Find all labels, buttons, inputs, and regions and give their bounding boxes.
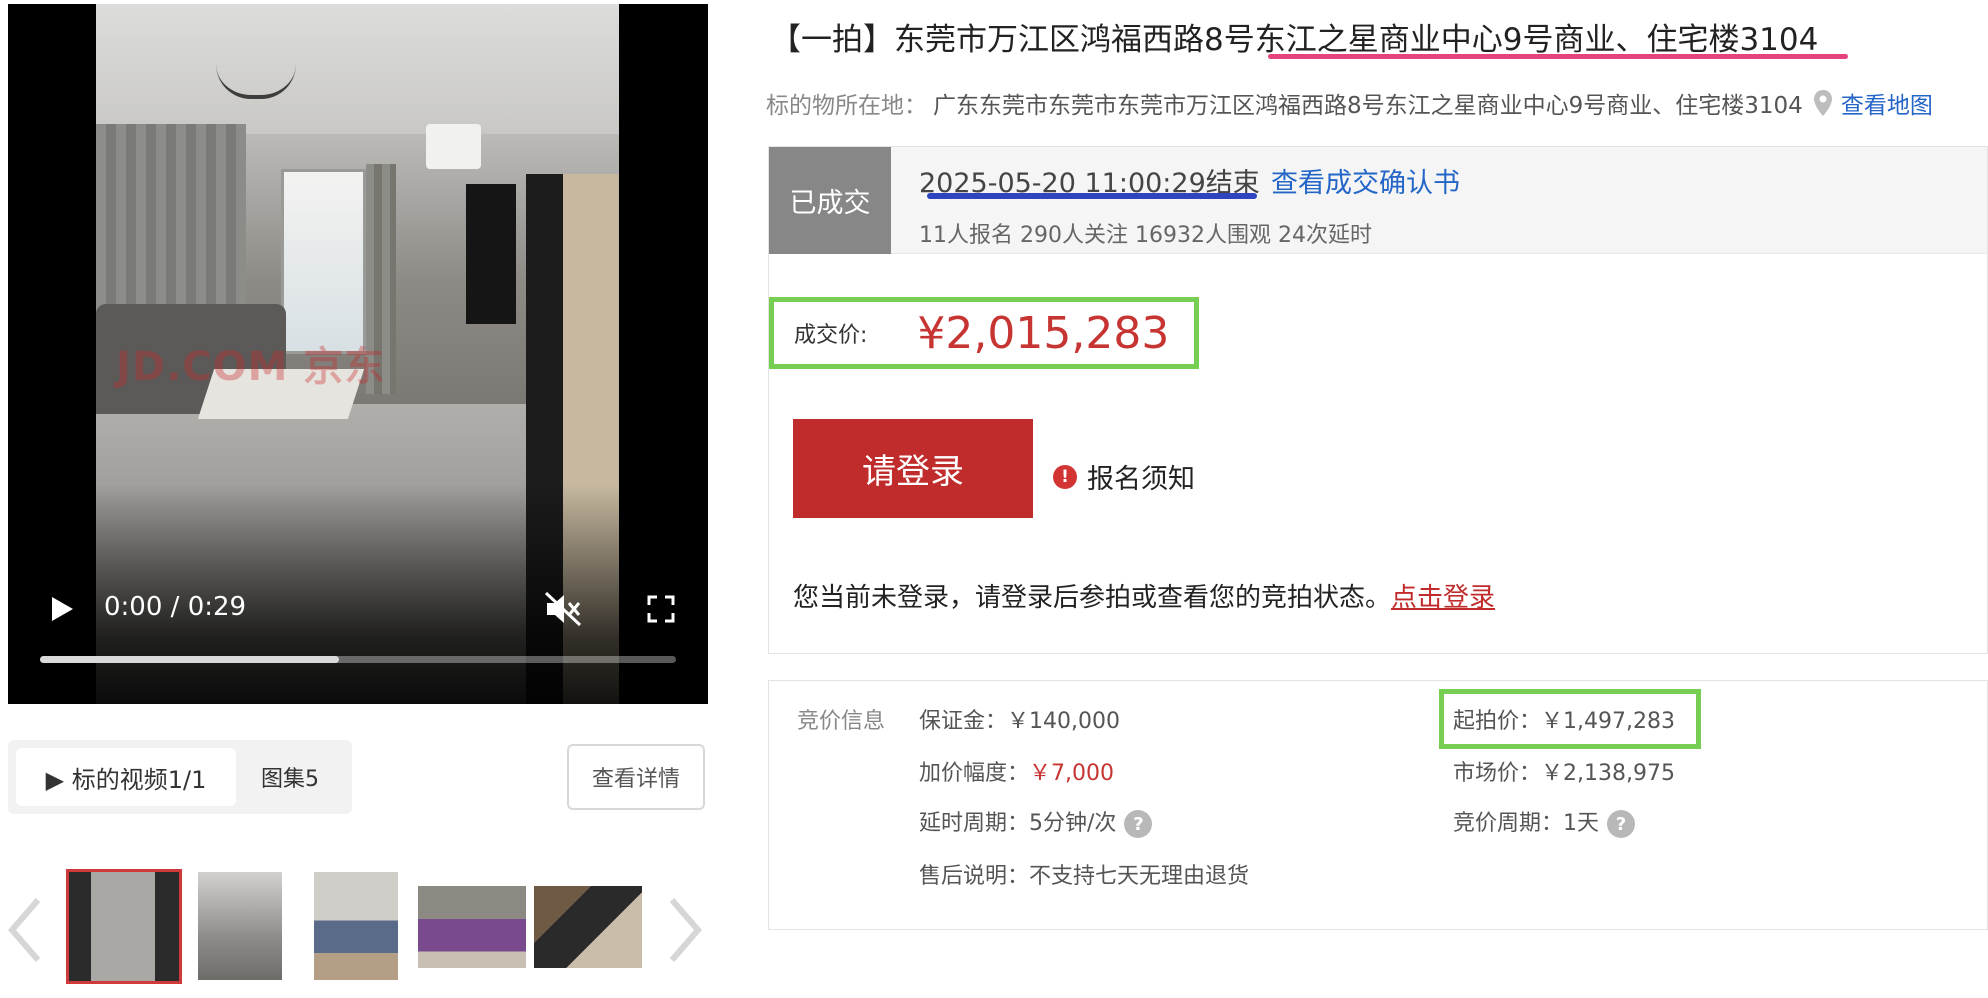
balcony-window	[281, 169, 366, 354]
thumbnail-5[interactable]	[534, 886, 642, 968]
auction-status-panel: 已成交 2025-05-20 11:00:29结束 查看成交确认书 11人报名 …	[768, 146, 1988, 654]
map-pin-icon	[1813, 90, 1832, 116]
thumbnail-4[interactable]	[418, 886, 526, 968]
registration-notice-label: 报名须知	[1087, 464, 1195, 495]
start-price-label: 起拍价：	[1453, 709, 1542, 734]
play-icon[interactable]	[46, 594, 76, 624]
video-progress-fill	[40, 656, 339, 663]
period-value: 1天	[1563, 811, 1600, 836]
chevron-right-icon[interactable]	[664, 895, 704, 965]
location-label: 标的物所在地：	[766, 93, 927, 119]
aftersale-value: 不支持七天无理由退货	[1029, 864, 1250, 889]
thumbnail-2[interactable]	[198, 872, 282, 980]
current-time: 0:00	[104, 592, 163, 622]
delay-row: 延时周期：5分钟/次?	[919, 805, 1153, 838]
tab-video[interactable]: ▶ 标的视频1/1	[16, 748, 236, 806]
registration-notice-link[interactable]: ! 报名须知	[1053, 457, 1195, 496]
watermark: JD.COM 京东	[116, 344, 386, 390]
location-value: 广东东莞市东莞市东莞市万江区鸿福西路8号东江之星商业中心9号商业、住宅楼3104	[933, 93, 1803, 119]
period-row: 竞价周期：1天?	[1453, 805, 1636, 838]
tab-gallery[interactable]: 图集5	[244, 748, 336, 806]
tv	[466, 184, 516, 324]
status-bar: 已成交 2025-05-20 11:00:29结束 查看成交确认书 11人报名 …	[769, 147, 1987, 254]
login-button[interactable]: 请登录	[793, 419, 1033, 518]
video-time: 0:00 / 0:29	[104, 592, 246, 622]
room-ceiling	[96, 4, 619, 134]
period-label: 竞价周期：	[1453, 811, 1564, 836]
bid-info-title: 竞价信息	[797, 709, 886, 734]
view-confirmation-link[interactable]: 查看成交确认书	[1271, 161, 1460, 200]
deal-price-value: ¥2,015,283	[917, 307, 1170, 359]
aftersale-row: 售后说明：不支持七天无理由退货	[919, 858, 1249, 890]
bid-info-panel: 竞价信息 保证金：￥140,000 加价幅度：￥7,000 延时周期：5分钟/次…	[768, 680, 1988, 930]
help-icon[interactable]: ?	[1124, 810, 1153, 838]
air-conditioner	[426, 124, 481, 169]
start-price-row: 起拍价：￥1,497,283	[1453, 703, 1675, 735]
help-icon[interactable]: ?	[1607, 810, 1636, 838]
thumbnail-1[interactable]	[66, 869, 182, 984]
status-badge: 已成交	[769, 147, 891, 254]
view-map-link[interactable]: 查看地图	[1841, 86, 1933, 120]
market-price-value: ￥2,138,975	[1541, 761, 1675, 786]
end-time-highlight-underline	[927, 193, 1257, 199]
chevron-left-icon[interactable]	[6, 895, 46, 965]
page-title: 【一拍】东莞市万江区鸿福西路8号东江之星商业中心9号商业、住宅楼3104	[770, 22, 1819, 58]
auction-stats: 11人报名 290人关注 16932人围观 24次延时	[919, 223, 1372, 248]
fullscreen-icon[interactable]	[646, 594, 676, 624]
muted-icon[interactable]	[544, 591, 582, 627]
delay-label: 延时周期：	[919, 811, 1030, 836]
increment-value: ￥7,000	[1029, 761, 1114, 786]
thumbnail-3[interactable]	[314, 872, 398, 980]
video-progress-bar[interactable]	[40, 656, 676, 663]
market-price-label: 市场价：	[1453, 761, 1542, 786]
start-price-value: ￥1,497,283	[1541, 709, 1675, 734]
deposit-label: 保证金：	[919, 709, 1008, 734]
deal-price-label: 成交价:	[794, 323, 868, 348]
time-separator: /	[170, 592, 180, 622]
location-row: 标的物所在地： 广东东莞市东莞市东莞市万江区鸿福西路8号东江之星商业中心9号商业…	[766, 86, 1933, 120]
video-player[interactable]: JD.COM 京东 0:00 / 0:29	[8, 4, 708, 704]
title-highlight-underline	[1268, 54, 1848, 59]
increment-label: 加价幅度：	[919, 761, 1030, 786]
increment-row: 加价幅度：￥7,000	[919, 755, 1114, 787]
alert-icon: !	[1053, 464, 1077, 489]
media-tabs: ▶ 标的视频1/1 图集5	[8, 740, 352, 814]
market-price-row: 市场价：￥2,138,975	[1453, 755, 1675, 787]
duration: 0:29	[187, 592, 247, 622]
login-hint-text: 您当前未登录，请登录后参拍或查看您的竞拍状态。	[793, 583, 1392, 613]
click-login-link[interactable]: 点击登录	[1391, 583, 1495, 613]
login-hint: 您当前未登录，请登录后参拍或查看您的竞拍状态。点击登录	[793, 577, 1495, 614]
deposit-row: 保证金：￥140,000	[919, 703, 1120, 735]
deposit-value: ￥140,000	[1007, 709, 1120, 734]
view-details-button[interactable]: 查看详情	[567, 744, 705, 810]
deal-price-box: 成交价: ¥2,015,283	[769, 297, 1199, 369]
delay-value: 5分钟/次	[1029, 811, 1117, 836]
aftersale-label: 售后说明：	[919, 864, 1030, 889]
